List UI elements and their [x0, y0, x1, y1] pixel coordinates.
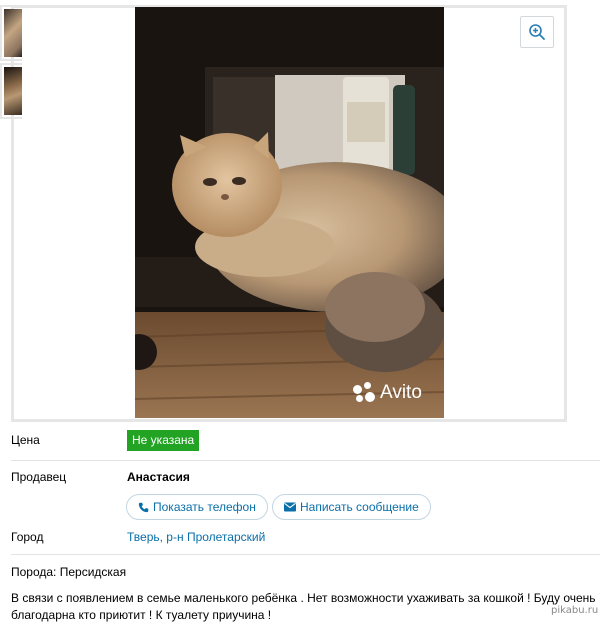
- phone-icon: [138, 502, 149, 512]
- zoom-button[interactable]: [520, 16, 554, 48]
- show-phone-button[interactable]: Показать телефон: [126, 494, 268, 520]
- show-phone-label: Показать телефон: [153, 500, 256, 514]
- gallery-thumbnail-2[interactable]: [0, 63, 22, 119]
- zoom-in-icon: [529, 24, 545, 40]
- avito-logo-icon: [353, 382, 375, 404]
- write-message-label: Написать сообщение: [300, 500, 419, 514]
- main-photo[interactable]: [135, 7, 444, 418]
- avito-watermark-text: Avito: [380, 382, 422, 403]
- write-message-button[interactable]: Написать сообщение: [272, 494, 431, 520]
- avito-watermark: Avito: [353, 382, 422, 404]
- envelope-icon: [284, 502, 296, 512]
- cat-photo-image: [135, 7, 444, 418]
- divider: [11, 460, 600, 461]
- pikabu-watermark: pikabu.ru: [551, 605, 599, 616]
- gallery-thumbnail-1[interactable]: [0, 5, 22, 61]
- seller-label: Продавец: [11, 470, 67, 484]
- seller-name: Анастасия: [127, 470, 190, 484]
- price-label: Цена: [11, 433, 40, 447]
- price-badge: Не указана: [127, 430, 200, 451]
- divider: [11, 554, 600, 555]
- breed-text: Порода: Персидская: [11, 565, 127, 579]
- description-text: В связи с появлением в семье маленького …: [11, 591, 596, 622]
- city-link[interactable]: Тверь, р-н Пролетарский: [127, 530, 265, 544]
- city-label: Город: [11, 530, 44, 544]
